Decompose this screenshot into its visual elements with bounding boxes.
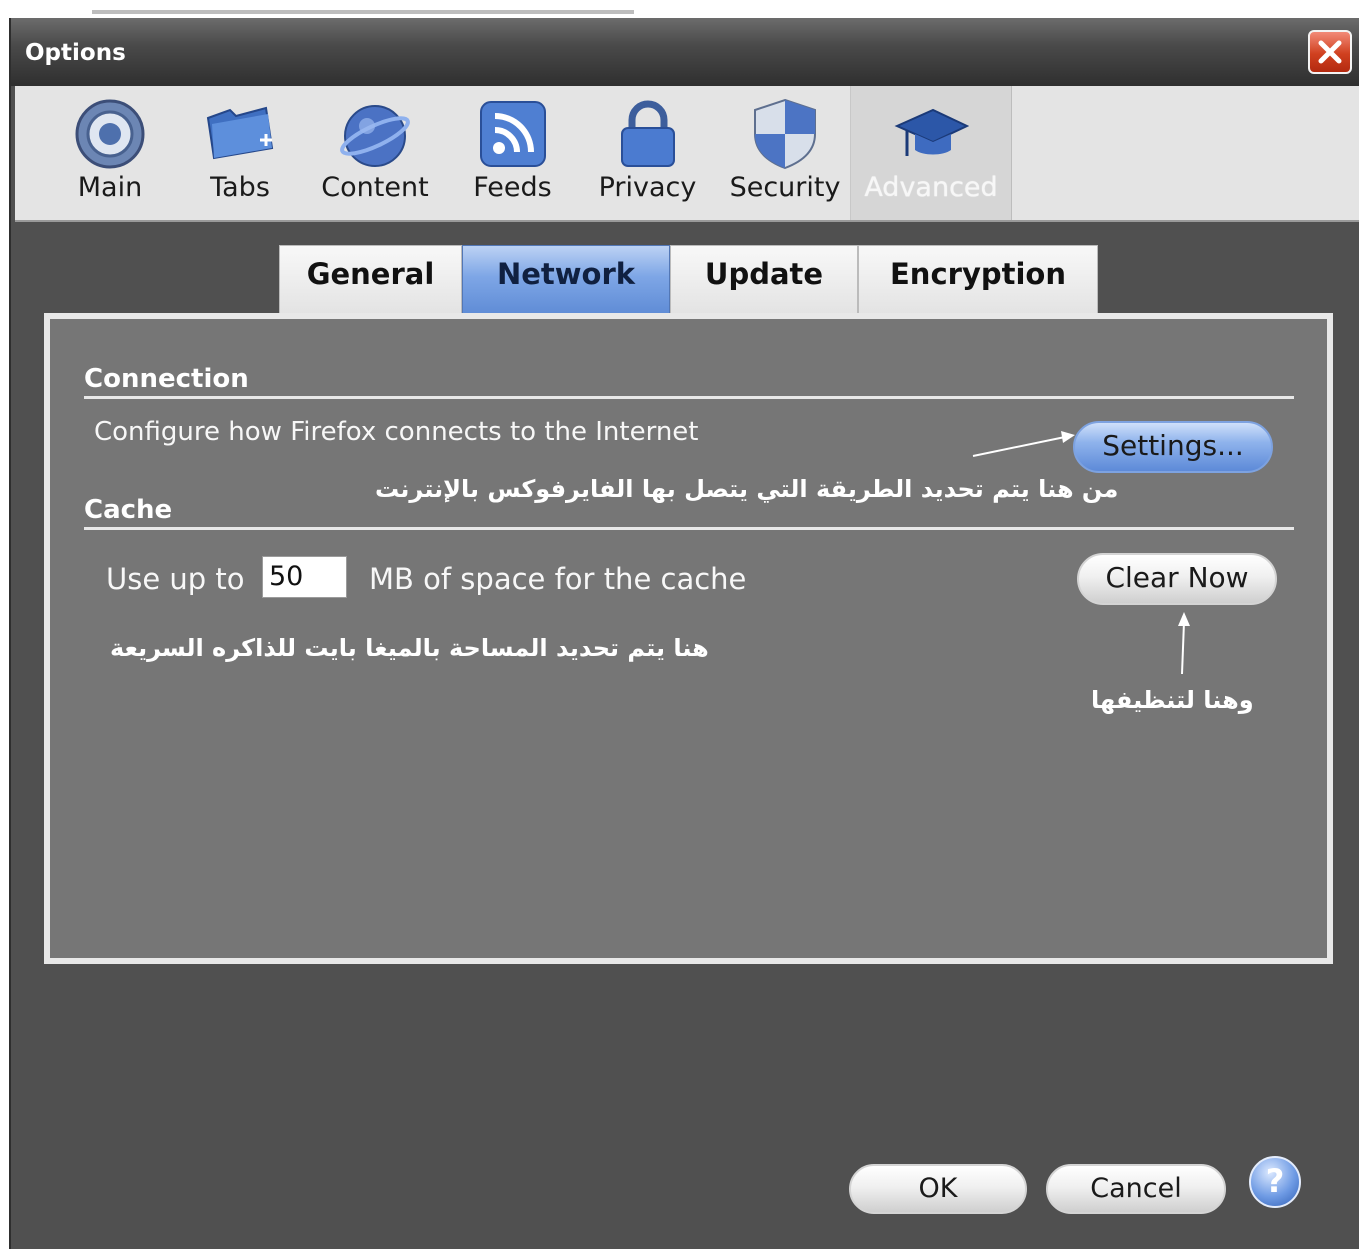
- clear-now-button[interactable]: Clear Now: [1077, 553, 1277, 605]
- main-gear-icon: [75, 99, 145, 169]
- settings-button[interactable]: Settings...: [1073, 421, 1273, 473]
- tab-encryption[interactable]: Encryption: [858, 245, 1098, 315]
- close-icon: [1318, 40, 1342, 64]
- toolbar-label-tabs: Tabs: [210, 172, 270, 203]
- toolbar-label-content: Content: [321, 172, 429, 203]
- cache-size-suffix: MB of space for the cache: [369, 562, 747, 596]
- cancel-button[interactable]: Cancel: [1046, 1164, 1226, 1214]
- toolbar-item-advanced[interactable]: Advanced: [850, 86, 1012, 220]
- background-strip: [0, 0, 1359, 20]
- connection-divider: [84, 396, 1294, 399]
- tab-update[interactable]: Update: [670, 245, 858, 315]
- privacy-lock-icon: [620, 100, 675, 167]
- toolbar-label-main: Main: [77, 172, 143, 203]
- toolbar-label-advanced: Advanced: [864, 172, 998, 203]
- advanced-hat-icon: [894, 108, 969, 156]
- options-dialog: Options Main Tabs Content Feeds Privacy …: [9, 18, 1359, 1249]
- security-shield-icon: [754, 98, 816, 170]
- tab-general[interactable]: General: [279, 245, 462, 315]
- toolbar-label-security: Security: [729, 172, 841, 203]
- cache-use-up-to-label: Use up to: [106, 562, 245, 596]
- connection-heading: Connection: [84, 364, 249, 394]
- connection-annotation: من هنا يتم تحديد الطريقة التي يتصل بها ا…: [375, 475, 1119, 503]
- title-bar[interactable]: Options: [11, 18, 1359, 86]
- content-globe-icon: [340, 105, 410, 167]
- cache-heading: Cache: [84, 495, 173, 525]
- network-panel: Connection Configure how Firefox connect…: [44, 313, 1333, 964]
- tab-network[interactable]: Network: [462, 245, 670, 315]
- feeds-rss-icon: [479, 101, 546, 167]
- toolbar-item-main[interactable]: Main: [55, 86, 165, 220]
- toolbar-item-privacy[interactable]: Privacy: [585, 86, 710, 220]
- ok-button[interactable]: OK: [849, 1164, 1027, 1214]
- toolbar-item-security[interactable]: Security: [720, 86, 850, 220]
- toolbar-label-feeds: Feeds: [473, 172, 552, 203]
- toolbar-item-content[interactable]: Content: [310, 86, 440, 220]
- preferences-toolbar: Main Tabs Content Feeds Privacy Security…: [15, 86, 1359, 222]
- connection-description: Configure how Firefox connects to the In…: [94, 417, 699, 447]
- toolbar-item-tabs[interactable]: Tabs: [185, 86, 295, 220]
- clear-annotation: وهنا لتنظيفها: [1091, 686, 1254, 714]
- cache-divider: [84, 527, 1294, 530]
- help-button[interactable]: ?: [1249, 1156, 1301, 1208]
- cache-size-input[interactable]: 50: [262, 556, 347, 598]
- background-window-edge: [92, 10, 634, 14]
- close-button[interactable]: [1308, 30, 1352, 74]
- tabs-folder-icon: [206, 106, 274, 160]
- cache-size-annotation: هنا يتم تحديد المساحة بالميغا بايت للذاك…: [110, 634, 709, 662]
- help-icon: ?: [1265, 1162, 1285, 1200]
- window-title: Options: [25, 40, 126, 66]
- toolbar-label-privacy: Privacy: [598, 172, 697, 203]
- toolbar-item-feeds[interactable]: Feeds: [455, 86, 570, 220]
